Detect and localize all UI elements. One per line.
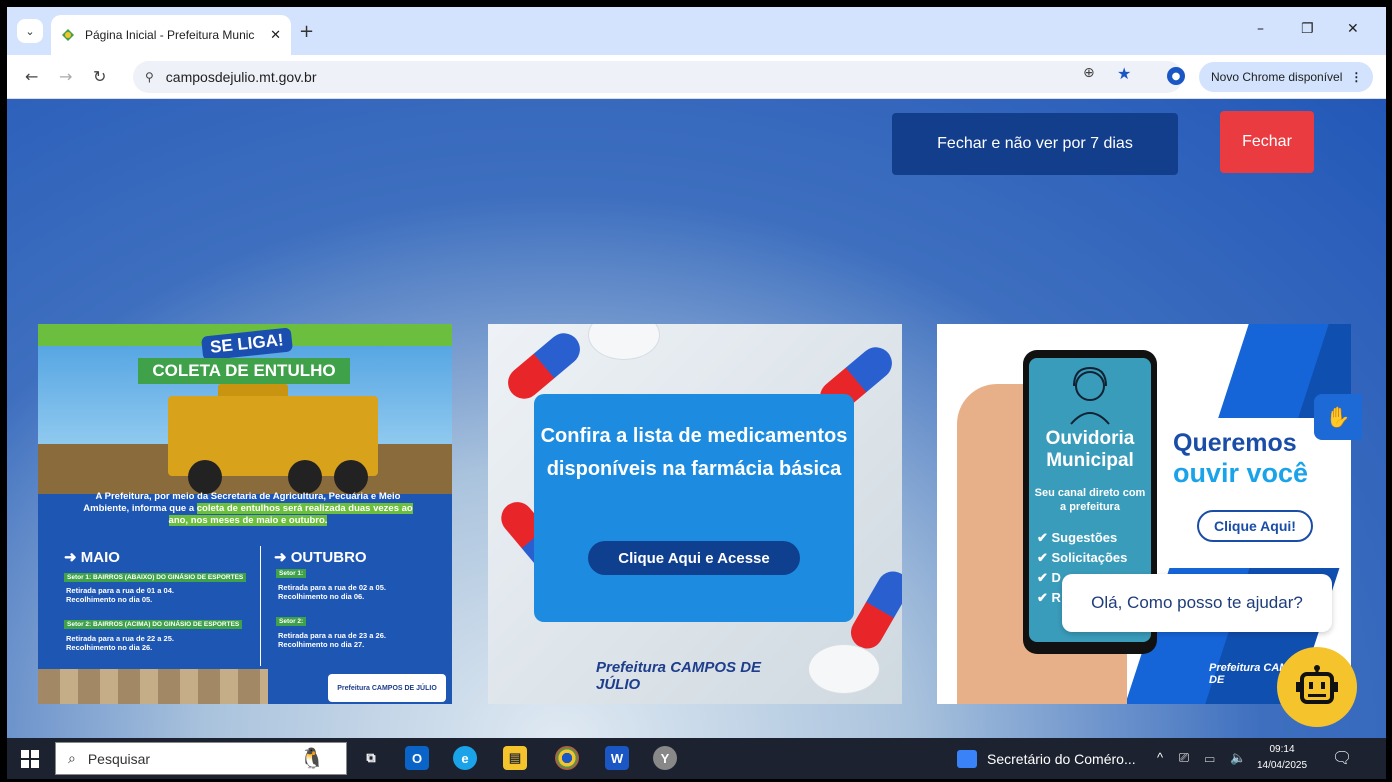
rubble-image [38,669,268,704]
profile-avatar-icon[interactable]: ● [1167,67,1185,85]
chevron-down-icon: ⌄ [25,24,35,38]
tab-title: Página Inicial - Prefeitura Munic [85,28,255,42]
queremos-text: Queremos [1173,429,1297,457]
item-label: Solicitações [1051,550,1128,565]
back-icon[interactable]: ← [25,67,38,86]
edge-icon[interactable]: e [453,746,477,770]
taskbar-clock[interactable]: 09:14 14/04/2025 [1255,742,1309,774]
popup-close-button[interactable]: Fechar [1220,111,1314,173]
farmacia-headline: Confira a lista de medicamentos disponív… [540,425,848,480]
windows-taskbar: ⌕ Pesquisar 🐧 ⧉ O e ▤ W Y Secretário do … [7,738,1386,779]
outubro-setor1-line2: Recolhimento no dia 06. [278,592,365,601]
reload-icon[interactable]: ↻ [93,67,106,86]
maio-setor1-line2: Recolhimento no dia 05. [66,595,153,604]
coleta-title: COLETA DE ENTULHO [138,358,350,384]
minimize-button[interactable]: – [1257,21,1264,37]
outubro-setor2-line1: Retirada para a rua de 23 a 26. [278,631,386,640]
search-placeholder: Pesquisar [87,750,151,767]
item-label: Sugestões [1051,530,1118,545]
url-text: camposdejulio.mt.gov.br [165,69,317,85]
tablet-pill-image [808,644,880,694]
outubro-setor2-line2: Recolhimento no dia 27. [278,640,365,649]
taskbar-running-app[interactable]: Secretário do Coméro... [957,744,1147,774]
maio-setor2-line2: Recolhimento no dia 26. [66,643,153,652]
restore-button[interactable]: ❐ [1301,21,1314,37]
prefeitura-logo: Prefeitura CAMPOS DE JÚLIO [328,674,446,702]
system-tray-icons[interactable]: ^ ⎚ ▭ 🔈 [1157,750,1252,766]
chatbot-button[interactable] [1277,647,1357,727]
clock-date: 14/04/2025 [1256,760,1308,771]
clique-aqui-button[interactable]: Clique Aqui! [1197,510,1313,542]
clique-aqui-acesse-button[interactable]: Clique Aqui e Acesse [588,541,800,575]
outlook-icon[interactable]: O [405,746,429,770]
outubro-setor1-label: Setor 1: [276,569,307,578]
word-icon[interactable]: W [605,746,629,770]
ouvidoria-item: ✔ R [1037,590,1061,605]
coleta-intro: A Prefeitura, por meio da Secretaria de … [78,491,418,527]
chrome-update-button[interactable]: Novo Chrome disponível ⋮ [1199,62,1373,92]
running-app-title: Secretário do Coméro... [987,751,1136,767]
headset-person-icon [1070,366,1110,425]
banner-farmacia-basica[interactable]: Confira a lista de medicamentos disponív… [488,324,902,704]
prefeitura-logo: Prefeitura CAMPOS DE JÚLIO [596,659,762,693]
notification-icon[interactable]: 🗨 [1332,748,1352,768]
chrome-icon[interactable] [555,746,579,770]
clock-time: 09:14 [1269,744,1295,755]
site-info-icon[interactable]: ⚲ [145,70,154,84]
robot-icon [1296,665,1338,704]
browser-toolbar: ← → ↻ ⚲ camposdejulio.mt.gov.br ⊕ ★ ● No… [7,55,1386,99]
forward-icon[interactable]: → [59,67,72,86]
intro-highlight: coleta de entulhos será realizada duas v… [168,503,413,526]
site-favicon-icon [61,28,75,42]
screen: ⌄ Página Inicial - Prefeitura Munic ✕ + … [7,7,1386,779]
maio-setor2-line1: Retirada para a rua de 22 a 25. [66,634,174,643]
task-view-icon[interactable]: ⧉ [359,746,383,770]
ouvidoria-subtitle: Seu canal direto com a prefeitura [1034,487,1146,513]
windows-start-icon[interactable] [21,750,39,768]
banner-ouvidoria[interactable]: Ouvidoria Municipal Seu canal direto com… [937,324,1351,704]
outubro-setor2-label: Setor 2: [276,617,307,626]
ouvir-voce-text: ouvir você [1173,458,1309,488]
bookmark-star-icon[interactable]: ★ [1117,64,1131,83]
ouvidoria-item: ✔ D [1037,570,1061,585]
item-label: R [1051,590,1061,605]
sign-language-hands-icon: ✋ [1325,405,1351,429]
update-label: Novo Chrome disponível [1211,70,1343,84]
maio-heading: ➜ MAIO [64,549,120,566]
wheel-image [188,460,222,494]
tab-close-icon[interactable]: ✕ [270,27,281,43]
tab-search-button[interactable]: ⌄ [17,19,43,43]
browser-tab-strip: ⌄ Página Inicial - Prefeitura Munic ✕ + … [7,7,1386,55]
zoom-icon[interactable]: ⊕ [1083,65,1095,81]
search-highlight-bird-icon[interactable]: 🐧 [297,742,327,774]
column-divider [260,546,261,666]
tablet-pill-image [588,324,660,360]
maio-setor1-line1: Retirada para a rua de 01 a 04. [66,586,174,595]
banner-coleta-entulho[interactable]: SE LIGA! COLETA DE ENTULHO A Prefeitura,… [38,324,452,704]
app-window-icon [957,750,977,768]
maio-setor1-label: Setor 1: BAIRROS (ABAIXO) DO GINÁSIO DE … [64,573,247,582]
wheel-image [288,460,322,494]
item-label: D [1051,570,1061,585]
window-close-button[interactable]: ✕ [1347,21,1359,37]
maio-setor2-label: Setor 2: BAIRROS (ACIMA) DO GINÁSIO DE E… [64,620,243,629]
wheel-image [334,460,368,494]
ouvidoria-title: Ouvidoria Municipal [1045,428,1135,471]
app-icon[interactable]: Y [653,746,677,770]
chat-prompt-bubble[interactable]: Olá, Como posso te ajudar? [1062,574,1332,632]
ouvidoria-item: ✔ Sugestões [1037,530,1118,545]
outubro-heading: ➜ OUTUBRO [274,549,367,566]
new-tab-button[interactable]: + [299,21,314,42]
menu-dots-icon[interactable]: ⋮ [1350,70,1362,84]
page-content: Fechar e não ver por 7 dias Fechar SE LI… [7,99,1386,738]
browser-tab-active[interactable]: Página Inicial - Prefeitura Munic ✕ [51,15,291,55]
file-explorer-icon[interactable]: ▤ [503,746,527,770]
search-icon: ⌕ [68,750,76,766]
outubro-setor1-line1: Retirada para a rua de 02 a 05. [278,583,386,592]
ouvidoria-item: ✔ Solicitações [1037,550,1128,565]
hide-7-days-button[interactable]: Fechar e não ver por 7 dias [892,113,1178,175]
accessibility-sign-language-button[interactable]: ✋ [1314,394,1362,440]
address-bar[interactable]: ⚲ camposdejulio.mt.gov.br [133,61,1183,93]
